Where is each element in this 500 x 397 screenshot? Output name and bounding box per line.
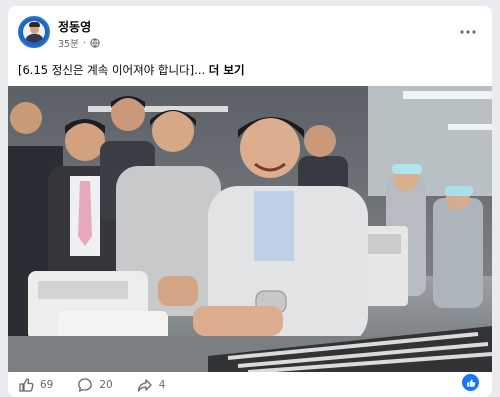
author-avatar[interactable] xyxy=(18,16,50,48)
see-more-link[interactable]: 더 보기 xyxy=(209,63,245,77)
post-caption: [6.15 정신은 계속 이어져야 합니다]... 더 보기 xyxy=(18,62,245,78)
globe-icon[interactable] xyxy=(90,38,100,48)
comment-icon xyxy=(78,377,93,392)
factory-photo-image xyxy=(8,86,492,372)
post-card: 정동영 35분 · [6.15 정신은 계속 이어져야 합니다]... 더 보기 xyxy=(8,6,492,397)
post-photo[interactable] xyxy=(8,86,492,372)
like-count: 69 xyxy=(40,378,54,391)
caption-text: [6.15 정신은 계속 이어져야 합니다]... xyxy=(18,63,206,77)
comment-button[interactable]: 20 xyxy=(77,377,113,393)
post-meta: 35분 · xyxy=(58,36,100,50)
like-button[interactable]: 69 xyxy=(18,377,53,393)
like-reaction-icon[interactable] xyxy=(462,374,479,391)
post-timestamp[interactable]: 35분 xyxy=(58,36,79,50)
share-count: 4 xyxy=(158,378,166,391)
thumbs-up-icon xyxy=(19,377,34,392)
share-button[interactable]: 4 xyxy=(137,377,166,393)
more-dots-icon xyxy=(460,30,476,34)
comment-count: 20 xyxy=(99,378,113,391)
share-icon xyxy=(137,378,152,392)
meta-separator: · xyxy=(82,37,86,49)
more-options-button[interactable] xyxy=(456,24,480,40)
author-name[interactable]: 정동영 xyxy=(58,18,91,35)
reaction-thumb-icon xyxy=(466,378,475,387)
engagement-bar: 69 20 4 xyxy=(8,372,492,397)
post-header: 정동영 35분 · xyxy=(8,6,492,58)
